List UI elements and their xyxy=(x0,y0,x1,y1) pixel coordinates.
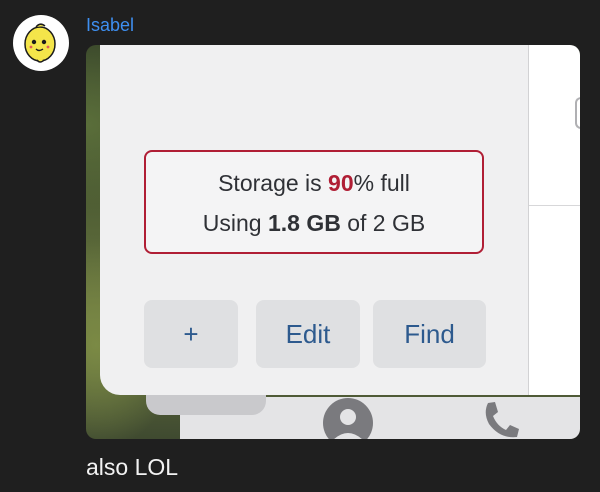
storage-usage-line: Using 1.8 GB of 2 GB xyxy=(146,210,482,237)
phone-icon xyxy=(485,402,519,438)
edit-button[interactable]: Edit xyxy=(256,300,360,368)
panel-divider xyxy=(529,205,580,206)
find-button[interactable]: Find xyxy=(373,300,486,368)
storage-sheet: Storage is 90% full Using 1.8 GB of 2 GB… xyxy=(100,45,528,395)
storage-prefix: Storage is xyxy=(218,170,329,196)
person-icon xyxy=(323,398,373,439)
right-side-panel xyxy=(528,45,580,395)
lemon-face-icon xyxy=(24,23,56,63)
panel-control-edge xyxy=(575,97,580,129)
storage-warning-box: Storage is 90% full Using 1.8 GB of 2 GB xyxy=(144,150,484,254)
add-button[interactable]: + xyxy=(144,300,238,368)
sender-name[interactable]: Isabel xyxy=(86,15,134,36)
usage-used-value: 1.8 GB xyxy=(267,210,341,236)
message-text: also LOL xyxy=(86,454,179,480)
shared-screenshot-image[interactable]: Storage is 90% full Using 1.8 GB of 2 GB… xyxy=(86,45,580,439)
storage-suffix: % full xyxy=(353,170,410,196)
usage-total: of 2 GB xyxy=(340,210,426,236)
usage-prefix: Using xyxy=(202,210,268,236)
avatar[interactable] xyxy=(13,15,69,71)
storage-percent-value: 90 xyxy=(328,170,354,196)
storage-percent-line: Storage is 90% full xyxy=(146,170,482,197)
